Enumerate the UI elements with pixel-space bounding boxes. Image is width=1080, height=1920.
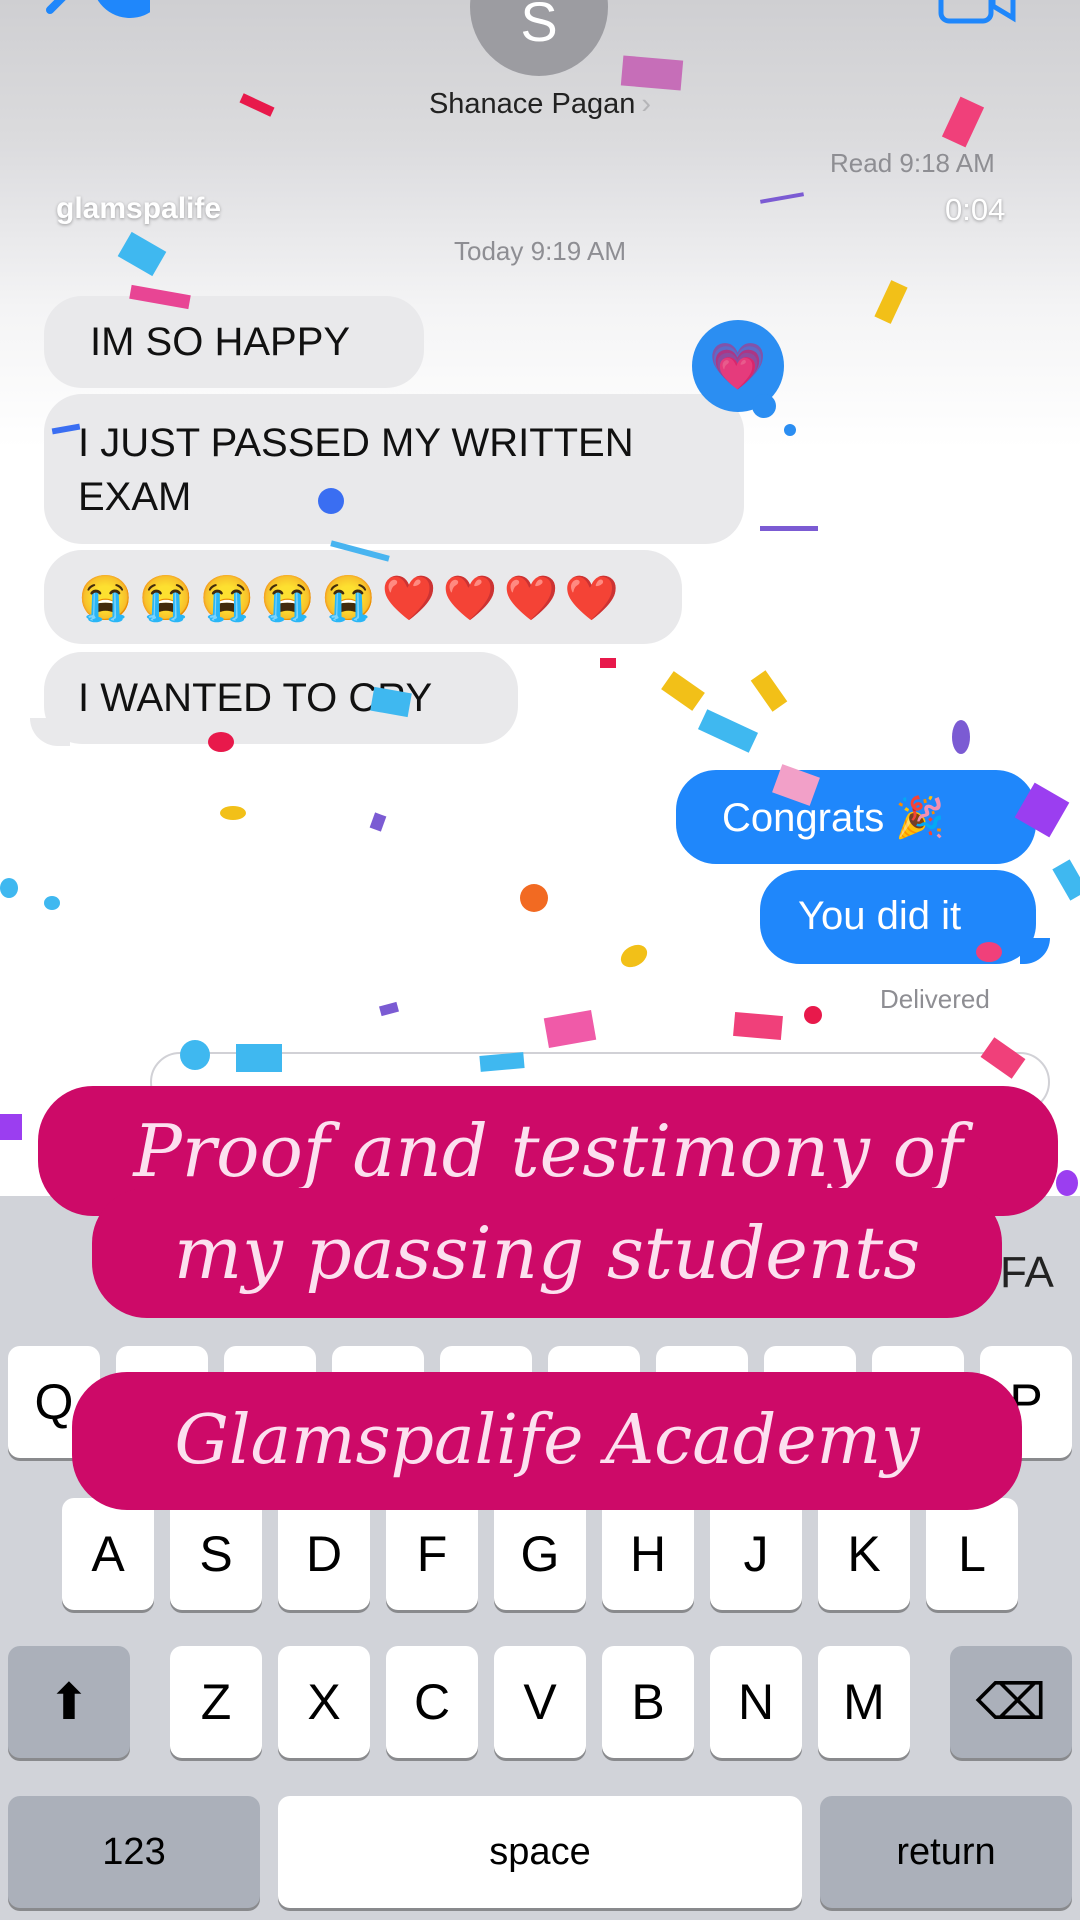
- key-v[interactable]: V: [494, 1646, 586, 1758]
- confetti-piece: [0, 878, 18, 898]
- key-k[interactable]: K: [818, 1498, 910, 1610]
- keyboard-suggestion[interactable]: FA: [1000, 1248, 1054, 1298]
- confetti-piece: [620, 55, 684, 91]
- confetti-piece: [318, 488, 344, 514]
- tapback-dot: [752, 394, 776, 418]
- confetti-piece: [0, 1114, 22, 1140]
- return-key[interactable]: return: [820, 1796, 1072, 1908]
- confetti-piece: [220, 806, 246, 820]
- confetti-piece: [952, 720, 970, 754]
- tapback-dot: [784, 424, 796, 436]
- confetti-piece: [976, 942, 1002, 962]
- outgoing-message[interactable]: Congrats 🎉: [676, 770, 1036, 864]
- promo-banner-line2: my passing students: [92, 1188, 1002, 1318]
- chevron-left-icon[interactable]: [40, 0, 163, 35]
- confetti-piece: [180, 1040, 210, 1070]
- incoming-message[interactable]: I WANTED TO CRY: [44, 652, 518, 744]
- key-d[interactable]: D: [278, 1498, 370, 1610]
- confetti-piece: [1056, 1170, 1078, 1196]
- incoming-message[interactable]: I JUST PASSED MY WRITTEN EXAM: [44, 394, 744, 544]
- incoming-message[interactable]: IM SO HAPPY: [44, 296, 424, 388]
- chevron-right-icon: ›: [641, 88, 652, 120]
- numbers-key[interactable]: 123: [8, 1796, 260, 1908]
- tapback-glyph: 💗: [709, 339, 767, 392]
- confetti-piece: [236, 1044, 282, 1072]
- confetti-piece: [760, 526, 818, 531]
- confetti-piece: [804, 1006, 822, 1024]
- story-timer: 0:04: [945, 192, 1006, 227]
- confetti-piece: [520, 884, 548, 912]
- confetti-piece: [44, 896, 60, 910]
- shift-key[interactable]: ⬆: [8, 1646, 130, 1758]
- key-g[interactable]: G: [494, 1498, 586, 1610]
- delete-key[interactable]: ⌫: [950, 1646, 1072, 1758]
- shift-icon: ⬆: [48, 1674, 90, 1730]
- key-m[interactable]: M: [818, 1646, 910, 1758]
- academy-banner: Glamspalife Academy: [72, 1372, 1022, 1510]
- contact-name-label: Shanace Pagan: [428, 88, 636, 120]
- key-z[interactable]: Z: [170, 1646, 262, 1758]
- delete-icon: ⌫: [975, 1674, 1047, 1730]
- key-c[interactable]: C: [386, 1646, 478, 1758]
- key-h[interactable]: H: [602, 1498, 694, 1610]
- key-b[interactable]: B: [602, 1646, 694, 1758]
- incoming-message[interactable]: 😭😭😭😭😭❤️❤️❤️❤️: [44, 550, 682, 644]
- confetti-piece: [600, 658, 616, 668]
- story-account-name: glamspalife: [56, 192, 222, 225]
- space-key[interactable]: space: [278, 1796, 802, 1908]
- contact-name[interactable]: Shanace Pagan ›: [0, 88, 1080, 121]
- key-l[interactable]: L: [926, 1498, 1018, 1610]
- key-f[interactable]: F: [386, 1498, 478, 1610]
- key-x[interactable]: X: [278, 1646, 370, 1758]
- key-j[interactable]: J: [710, 1498, 802, 1610]
- video-camera-icon[interactable]: [938, 0, 1018, 33]
- confetti-piece: [733, 1011, 783, 1041]
- key-s[interactable]: S: [170, 1498, 262, 1610]
- read-receipt: Read 9:18 AM: [830, 148, 995, 178]
- key-a[interactable]: A: [62, 1498, 154, 1610]
- key-n[interactable]: N: [710, 1646, 802, 1758]
- confetti-piece: [208, 732, 234, 752]
- delivered-status: Delivered: [880, 984, 990, 1014]
